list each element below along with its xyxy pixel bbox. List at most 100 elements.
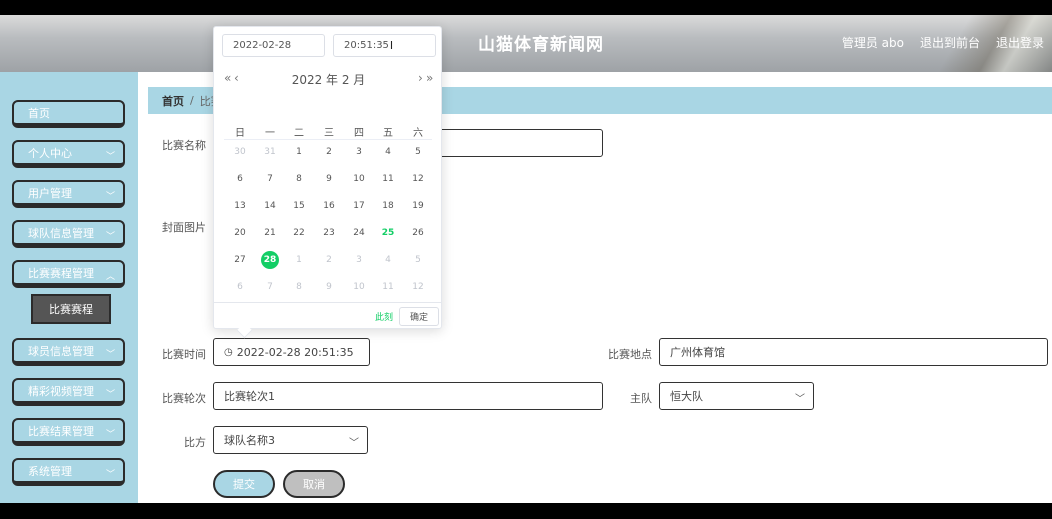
picker-footer-divider [214, 302, 441, 303]
sidebar-subitem-schedule[interactable]: 比赛赛程 [31, 294, 111, 324]
calendar-day[interactable]: 10 [344, 169, 374, 189]
opponent-select[interactable]: 球队名称3 ﹀ [213, 426, 368, 454]
home-team-label: 主队 [630, 392, 652, 405]
calendar-day[interactable]: 19 [403, 196, 433, 216]
chevron-down-icon: ﹀ [105, 430, 115, 440]
back-to-front-link[interactable]: 退出到前台 [920, 34, 980, 51]
match-round-value: 比赛轮次1 [224, 390, 275, 403]
sidebar-item-team-info[interactable]: 球队信息管理 ﹀ [12, 220, 125, 248]
popover-arrow [236, 322, 253, 339]
calendar-day[interactable]: 11 [373, 277, 403, 297]
calendar-day[interactable]: 27 [225, 250, 255, 270]
calendar-day[interactable]: 6 [225, 169, 255, 189]
next-month-icon[interactable]: › [418, 71, 423, 85]
calendar-day[interactable]: 1 [284, 142, 314, 162]
match-time-value: 2022-02-28 20:51:35 [236, 345, 354, 359]
calendar-day[interactable]: 18 [373, 196, 403, 216]
cancel-button[interactable]: 取消 [283, 470, 345, 498]
calendar-day[interactable]: 7 [255, 277, 285, 297]
calendar-day[interactable]: 5 [403, 250, 433, 270]
match-time-input[interactable]: ◷ 2022-02-28 20:51:35 [213, 338, 370, 366]
calendar-day[interactable]: 12 [403, 169, 433, 189]
calendar-day[interactable]: 9 [314, 169, 344, 189]
sidebar-item-player-info[interactable]: 球员信息管理 ﹀ [12, 338, 125, 366]
sidebar-item-label: 精彩视频管理 [28, 384, 94, 398]
calendar-day[interactable]: 15 [284, 196, 314, 216]
header-links: 管理员 abo 退出到前台 退出登录 [842, 34, 1044, 51]
calendar-day[interactable]: 2 [314, 142, 344, 162]
opponent-label: 比方 [184, 436, 206, 449]
weekday-label: 日 [235, 128, 245, 139]
sidebar: 首页 个人中心 ﹀ 用户管理 ﹀ 球队信息管理 ﹀ 比赛赛程管理 ︿ 比赛赛程 球员信息… [0, 72, 138, 503]
calendar-day[interactable]: 13 [225, 196, 255, 216]
current-month-label: 2022 年 2 月 [291, 73, 366, 87]
match-time-label: 比赛时间 [162, 348, 206, 361]
calendar-day[interactable]: 31 [255, 142, 285, 162]
weekday-label: 四 [354, 128, 364, 139]
calendar-day[interactable]: 8 [284, 169, 314, 189]
match-place-input[interactable]: 广州体育馆 [659, 338, 1048, 366]
sidebar-item-label: 比赛赛程管理 [28, 266, 94, 280]
sidebar-item-system-management[interactable]: 系统管理 ﹀ [12, 458, 125, 486]
calendar-day[interactable]: 26 [403, 223, 433, 243]
home-team-select[interactable]: 恒大队 ﹀ [659, 382, 814, 410]
submit-button[interactable]: 提交 [213, 470, 275, 498]
calendar-day[interactable]: 3 [344, 250, 374, 270]
next-year-icon[interactable]: » [426, 71, 433, 85]
calendar-day[interactable]: 5 [403, 142, 433, 162]
calendar-day[interactable]: 3 [344, 142, 374, 162]
confirm-button[interactable]: 确定 [399, 307, 439, 326]
chevron-up-icon: ︿ [105, 272, 115, 282]
now-button[interactable]: 此刻 [375, 310, 393, 323]
calendar-day[interactable]: 9 [314, 277, 344, 297]
calendar-day[interactable]: 6 [225, 277, 255, 297]
match-round-input[interactable]: 比赛轮次1 [213, 382, 603, 410]
today-day[interactable]: 25 [373, 223, 403, 243]
sidebar-item-personal-center[interactable]: 个人中心 ﹀ [12, 140, 125, 168]
calendar-day[interactable]: 12 [403, 277, 433, 297]
calendar-day[interactable]: 23 [314, 223, 344, 243]
clock-icon: ◷ [224, 346, 233, 358]
calendar-day[interactable]: 21 [255, 223, 285, 243]
sidebar-item-result-management[interactable]: 比赛结果管理 ﹀ [12, 418, 125, 446]
datetime-picker: 2022-02-28 20:51:35 I « ‹ 2022 年 2 月 › »… [213, 26, 443, 339]
calendar-day[interactable]: 2 [314, 250, 344, 270]
calendar-day[interactable]: 16 [314, 196, 344, 216]
sidebar-item-user-management[interactable]: 用户管理 ﹀ [12, 180, 125, 208]
calendar-day[interactable]: 17 [344, 196, 374, 216]
sidebar-item-label: 首页 [28, 106, 50, 120]
chevron-down-icon: ﹀ [795, 394, 805, 405]
calendar-day[interactable]: 22 [284, 223, 314, 243]
sidebar-item-schedule-management[interactable]: 比赛赛程管理 ︿ [12, 260, 125, 288]
picker-date-input[interactable]: 2022-02-28 [222, 34, 325, 57]
sidebar-item-home[interactable]: 首页 [12, 100, 125, 128]
calendar-day[interactable]: 11 [373, 169, 403, 189]
weekday-divider [224, 139, 432, 140]
calendar-day[interactable]: 10 [344, 277, 374, 297]
month-navigation: « ‹ 2022 年 2 月 › » [214, 71, 443, 89]
picker-time-input[interactable]: 20:51:35 I [333, 34, 436, 57]
breadcrumb-home[interactable]: 首页 [162, 93, 184, 109]
home-team-value: 恒大队 [670, 390, 703, 403]
app-window: 山猫体育新闻网 管理员 abo 退出到前台 退出登录 首页 个人中心 ﹀ 用户管理… [0, 15, 1052, 503]
calendar-day[interactable]: 8 [284, 277, 314, 297]
weekday-label: 六 [413, 128, 423, 139]
calendar-day[interactable]: 20 [225, 223, 255, 243]
calendar-day[interactable]: 4 [373, 142, 403, 162]
sidebar-item-label: 个人中心 [28, 146, 72, 160]
calendar-day[interactable]: 24 [344, 223, 374, 243]
sidebar-item-label: 球员信息管理 [28, 344, 94, 358]
selected-day-badge: 28 [261, 251, 279, 269]
top-header: 山猫体育新闻网 管理员 abo 退出到前台 退出登录 [0, 15, 1052, 72]
logout-link[interactable]: 退出登录 [996, 34, 1044, 51]
sidebar-item-video-management[interactable]: 精彩视频管理 ﹀ [12, 378, 125, 406]
selected-day[interactable]: 28 [255, 250, 285, 270]
calendar-day[interactable]: 4 [373, 250, 403, 270]
calendar-day[interactable]: 30 [225, 142, 255, 162]
calendar-day[interactable]: 14 [255, 196, 285, 216]
weekday-label: 一 [265, 128, 275, 139]
weekday-label: 二 [294, 128, 304, 139]
calendar-day[interactable]: 7 [255, 169, 285, 189]
weekday-label: 五 [383, 128, 393, 139]
calendar-day[interactable]: 1 [284, 250, 314, 270]
